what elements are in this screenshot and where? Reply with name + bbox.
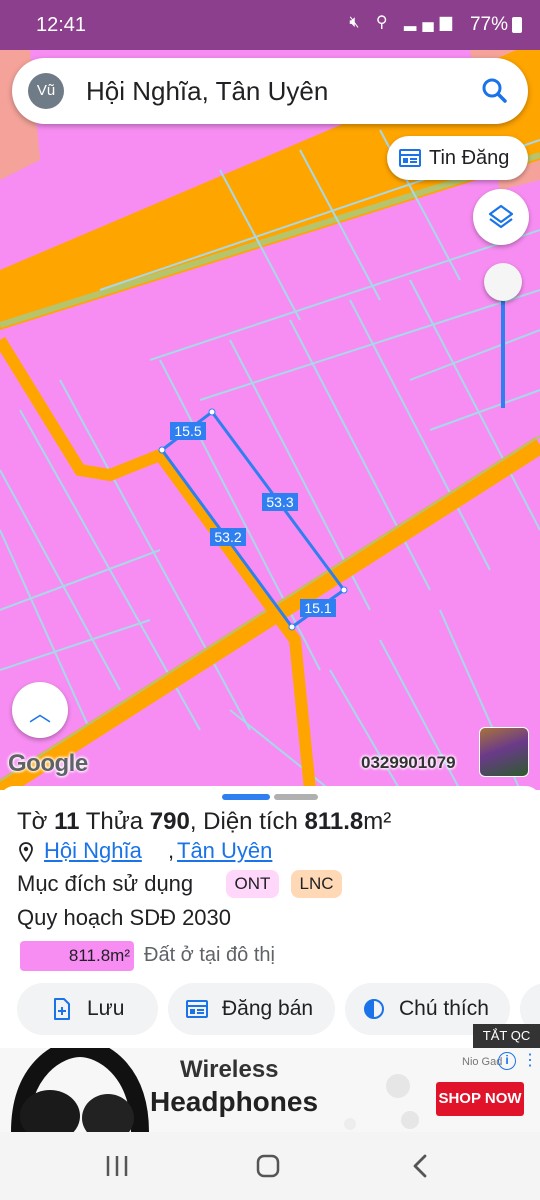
ad-shop-now-button[interactable]: SHOP NOW	[436, 1082, 524, 1116]
ad-banner[interactable]: Wireless Headphones Nio Gad SHOP NOW i ⋮	[0, 1048, 540, 1132]
close-ad-button[interactable]: TẮT QC	[473, 1024, 540, 1048]
status-time: 12:41	[36, 14, 87, 36]
status-icons: 🔇︎ ⚲ ▂▄▆	[349, 12, 458, 32]
edge-label-top: 15.5	[174, 423, 201, 439]
ad-menu-icon[interactable]: ⋮	[522, 1050, 538, 1070]
plot-label: Thửa	[85, 808, 144, 835]
purpose-badge-ont: ONT	[226, 870, 279, 898]
back-icon[interactable]	[400, 1150, 440, 1182]
edge-label-left: 53.2	[214, 529, 241, 545]
parcel-title: Tờ 11 Thửa 790, Diện tích 811.8m²	[17, 808, 391, 836]
map-pin-icon	[19, 842, 33, 862]
ad-headline-line2: Headphones	[150, 1086, 319, 1117]
purpose-badge-lnc: LNC	[291, 870, 342, 898]
commune-link[interactable]: Hội Nghĩa	[44, 838, 142, 864]
ad-headline-line1: Wireless	[180, 1056, 279, 1083]
contrast-icon	[364, 999, 384, 1019]
google-logo: Google	[8, 750, 88, 777]
legend-label: Chú thích	[399, 997, 489, 1020]
system-nav-bar	[0, 1132, 540, 1200]
district-link[interactable]: Tân Uyên	[177, 838, 272, 864]
area-value: 811.8	[304, 808, 364, 835]
battery-percent: 77%	[469, 14, 508, 35]
edge-label-bottom: 15.1	[304, 600, 331, 616]
sheet-label: Tờ	[17, 808, 48, 835]
mute-icon: 🔇︎	[349, 14, 366, 31]
recents-icon[interactable]	[97, 1150, 137, 1182]
chevron-up-icon: ︿	[28, 701, 51, 726]
opacity-slider-handle[interactable]	[484, 263, 522, 301]
search-icon[interactable]	[476, 72, 514, 110]
listing-icon	[399, 149, 421, 167]
search-query[interactable]: Hội Nghĩa, Tân Uyên	[86, 76, 328, 107]
signal-icon: ▂▄▆	[404, 14, 458, 31]
planning-label: Quy hoạch SDĐ 2030	[17, 905, 232, 930]
layers-icon	[488, 204, 514, 229]
tin-dang-button[interactable]: Tin Đăng	[387, 136, 528, 180]
sheet-handle-active[interactable]	[222, 794, 270, 800]
area-label: , Diện tích	[189, 808, 298, 835]
location-separator: ,	[168, 838, 175, 863]
plot-number: 790	[149, 808, 190, 835]
location-icon: ⚲	[375, 14, 394, 31]
post-sale-label: Đăng bán	[222, 997, 314, 1020]
post-sale-button[interactable]: Đăng bán	[168, 983, 335, 1035]
battery-icon	[512, 17, 522, 33]
layers-button[interactable]	[473, 189, 529, 245]
planning-description: Đất ở tại đô thị	[144, 944, 275, 966]
purpose-label: Mục đích sử dụng	[17, 871, 194, 896]
ad-brand: Nio Gad	[462, 1056, 503, 1068]
street-view-thumbnail[interactable]	[479, 727, 529, 777]
search-bar[interactable]: Vũ Hội Nghĩa, Tân Uyên	[12, 58, 528, 124]
tin-dang-label: Tin Đăng	[429, 147, 510, 169]
save-button[interactable]: Lưu	[17, 983, 158, 1035]
area-unit: m²	[363, 808, 392, 835]
home-icon[interactable]	[248, 1150, 288, 1182]
ad-info-icon[interactable]: i	[498, 1052, 516, 1070]
phone-number[interactable]: 0329901079	[361, 753, 456, 773]
edge-label-right: 53.3	[266, 494, 293, 510]
save-file-icon	[54, 998, 70, 1020]
planning-area-chip: 811.8m²	[20, 941, 134, 971]
listing-icon	[186, 1000, 208, 1018]
sheet-number: 11	[54, 808, 80, 835]
expand-button[interactable]: ︿	[12, 682, 68, 738]
save-label: Lưu	[87, 997, 125, 1020]
avatar[interactable]: Vũ	[28, 73, 64, 109]
status-bar: 12:41 🔇︎ ⚲ ▂▄▆ 77%	[0, 0, 540, 50]
sheet-handle[interactable]	[274, 794, 318, 800]
